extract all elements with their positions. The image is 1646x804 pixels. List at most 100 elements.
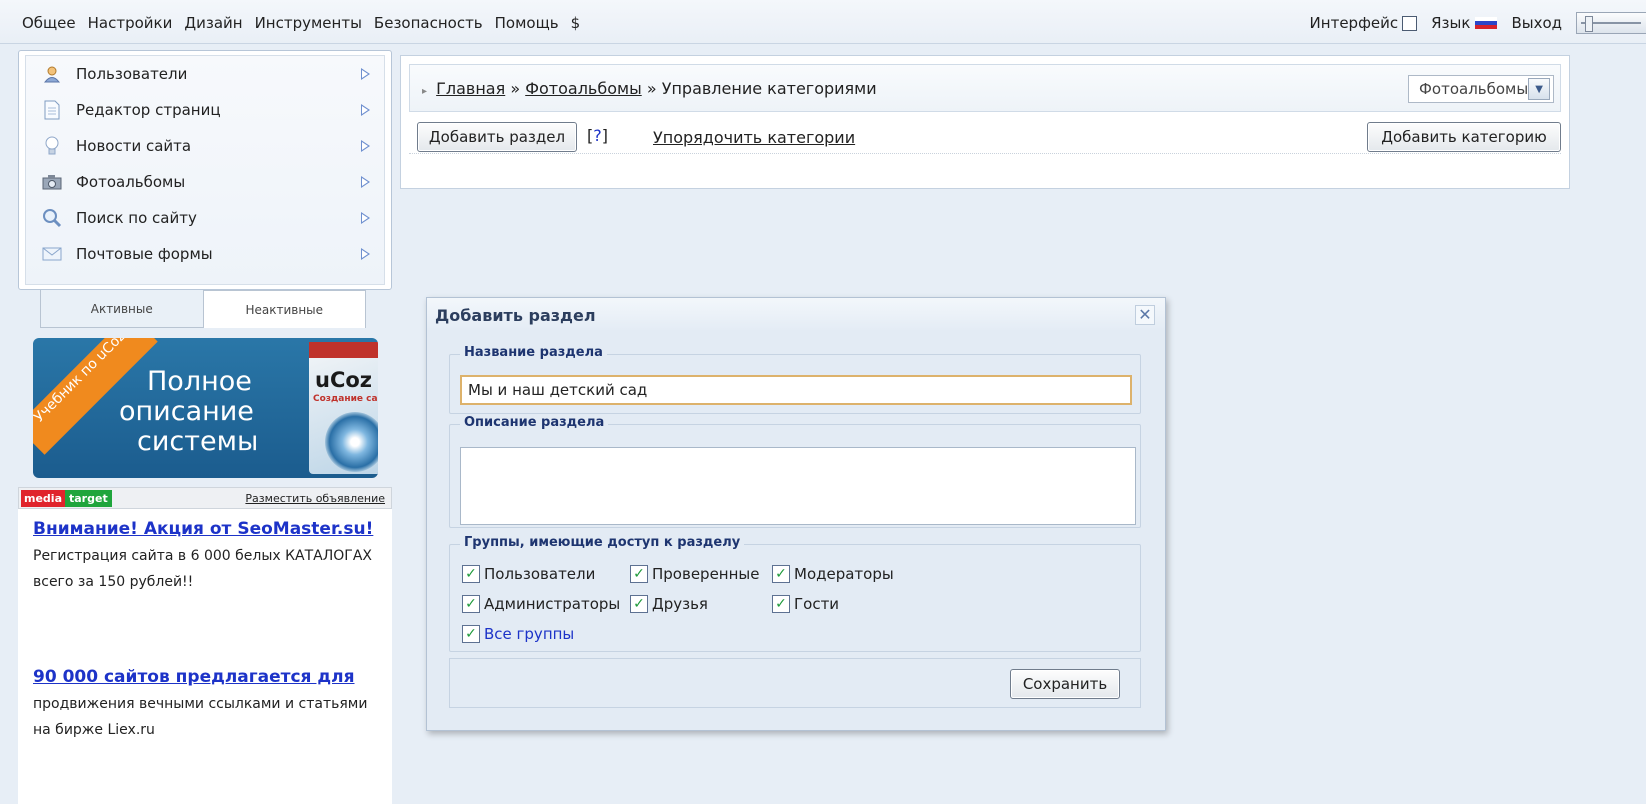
module-tabs: Активные Неактивные — [40, 290, 366, 328]
ad-item: Внимание! Акция от SeoMaster.su! Регистр… — [33, 519, 383, 595]
arrow-right-icon — [361, 176, 370, 188]
bulb-icon — [42, 136, 62, 156]
module-select-value: Фотоальбомы — [1419, 80, 1529, 98]
section-description-fieldset: Описание раздела — [449, 415, 1141, 528]
checkbox-checked-icon: ✓ — [462, 625, 480, 643]
add-section-dialog: Добавить раздел ✕ Название раздела Описа… — [426, 297, 1166, 731]
ads-block: Внимание! Акция от SeoMaster.su! Регистр… — [18, 509, 392, 804]
breadcrumb-bar: ▸ Главная » Фотоальбомы » Управление кат… — [409, 64, 1561, 112]
disc-icon — [325, 412, 378, 472]
breadcrumb-photoalbums[interactable]: Фотоальбомы — [525, 79, 642, 98]
top-menu-bar: Общее Настройки Дизайн Инструменты Безоп… — [0, 0, 1646, 44]
arrow-right-icon — [361, 140, 370, 152]
menu-design[interactable]: Дизайн — [184, 14, 242, 32]
width-slider[interactable] — [1576, 12, 1646, 34]
group-checkbox-admins[interactable]: ✓ Администраторы — [462, 595, 620, 613]
menu-general[interactable]: Общее — [22, 14, 76, 32]
arrow-right-icon — [361, 68, 370, 80]
dialog-header: Добавить раздел ✕ — [427, 298, 1165, 330]
arrow-right-icon — [361, 104, 370, 116]
menu-settings[interactable]: Настройки — [88, 14, 173, 32]
media-target-logo: media target — [21, 489, 112, 507]
section-name-fieldset: Название раздела — [449, 345, 1141, 414]
arrow-right-icon — [361, 212, 370, 224]
menu-tools[interactable]: Инструменты — [255, 14, 362, 32]
menu-security[interactable]: Безопасность — [374, 14, 483, 32]
menu-help[interactable]: Помощь — [495, 14, 559, 32]
interface-label: Интерфейс — [1309, 14, 1399, 32]
language-label: Язык — [1431, 14, 1471, 32]
banner-brand: uCoz — [315, 368, 373, 392]
sort-categories-link[interactable]: Упорядочить категории — [653, 128, 855, 147]
ad-description: продвижения вечными ссылками и статьями … — [33, 696, 368, 738]
banner-line-1: Полное — [147, 366, 252, 397]
user-icon — [42, 64, 62, 84]
mail-icon — [42, 244, 62, 264]
ad-bar: media target Разместить объявление — [18, 487, 392, 509]
section-description-textarea[interactable] — [460, 447, 1136, 525]
ad-description: Регистрация сайта в 6 000 белых КАТАЛОГА… — [33, 548, 373, 590]
nav-item-site-search[interactable]: Поиск по сайту — [26, 200, 384, 236]
nav-label: Пользователи — [76, 65, 188, 83]
nav-item-news[interactable]: Новости сайта — [26, 128, 384, 164]
add-category-button[interactable]: Добавить категорию — [1367, 122, 1561, 152]
left-nav-panel: Пользователи Редактор страниц Новости са… — [18, 50, 392, 290]
nav-label: Новости сайта — [76, 137, 192, 155]
module-select[interactable]: Фотоальбомы ▼ — [1408, 75, 1554, 103]
section-description-label: Описание раздела — [460, 415, 609, 430]
search-icon — [42, 208, 62, 228]
nav-item-mail-forms[interactable]: Почтовые формы — [26, 236, 384, 272]
logout-link[interactable]: Выход — [1511, 14, 1562, 32]
ad-title-link[interactable]: 90 000 сайтов предлагается для — [33, 667, 383, 687]
group-checkbox-all[interactable]: ✓ Все группы — [462, 625, 574, 643]
close-icon[interactable]: ✕ — [1135, 305, 1155, 325]
checkbox-checked-icon: ✓ — [462, 595, 480, 613]
logout-label: Выход — [1511, 14, 1562, 32]
tab-active[interactable]: Активные — [40, 290, 204, 328]
tab-inactive[interactable]: Неактивные — [203, 290, 366, 328]
top-right-controls: Интерфейс Язык Выход — [1310, 12, 1646, 34]
section-name-label: Название раздела — [460, 345, 607, 360]
breadcrumb: ▸ Главная » Фотоальбомы » Управление кат… — [422, 79, 877, 98]
main-menu: Общее Настройки Дизайн Инструменты Безоп… — [22, 14, 592, 32]
ad-item: 90 000 сайтов предлагается для продвижен… — [33, 667, 383, 743]
nav-label: Почтовые формы — [76, 245, 213, 263]
group-checkbox-friends[interactable]: ✓ Друзья — [630, 595, 708, 613]
chevron-down-icon: ▼ — [1528, 78, 1550, 100]
nav-item-photoalbums[interactable]: Фотоальбомы — [26, 164, 384, 200]
section-name-input[interactable] — [460, 375, 1132, 405]
groups-label: Группы, имеющие доступ к разделу — [460, 535, 745, 550]
checkbox-checked-icon: ✓ — [630, 595, 648, 613]
nav-label: Поиск по сайту — [76, 209, 197, 227]
checkbox-checked-icon: ✓ — [772, 565, 790, 583]
group-checkbox-users[interactable]: ✓ Пользователи — [462, 565, 595, 583]
language-selector[interactable]: Язык — [1431, 14, 1498, 32]
group-checkbox-verified[interactable]: ✓ Проверенные — [630, 565, 759, 583]
interface-window-icon — [1402, 15, 1418, 31]
russian-flag-icon — [1475, 17, 1498, 29]
page-icon — [42, 100, 62, 120]
actions-row: Добавить раздел [?] Упорядочить категори… — [409, 118, 1561, 154]
menu-dollar[interactable]: $ — [571, 14, 581, 32]
banner-line-2: описание — [119, 396, 254, 427]
breadcrumb-home[interactable]: Главная — [436, 79, 505, 98]
checkbox-checked-icon: ✓ — [772, 595, 790, 613]
help-link[interactable]: [?] — [587, 126, 608, 145]
ucoz-tutorial-banner[interactable]: Учебник по uCoz Полное описание системы … — [33, 338, 378, 478]
group-checkbox-guests[interactable]: ✓ Гости — [772, 595, 839, 613]
book-cover-image: uCoz Создание сайтов — [309, 342, 378, 474]
nav-label: Редактор страниц — [76, 101, 221, 119]
nav-label: Фотоальбомы — [76, 173, 186, 191]
nav-item-page-editor[interactable]: Редактор страниц — [26, 92, 384, 128]
breadcrumb-current: Управление категориями — [661, 79, 877, 98]
nav-item-users[interactable]: Пользователи — [26, 56, 384, 92]
ad-title-link[interactable]: Внимание! Акция от SeoMaster.su! — [33, 519, 383, 539]
group-checkbox-moderators[interactable]: ✓ Модераторы — [772, 565, 894, 583]
arrow-right-icon — [361, 248, 370, 260]
save-button[interactable]: Сохранить — [1010, 669, 1120, 699]
interface-toggle[interactable]: Интерфейс — [1310, 14, 1418, 32]
checkbox-checked-icon: ✓ — [630, 565, 648, 583]
place-ad-link[interactable]: Разместить объявление — [245, 492, 385, 505]
banner-subtitle: Создание сайтов — [313, 394, 378, 404]
add-section-button[interactable]: Добавить раздел — [417, 122, 577, 152]
